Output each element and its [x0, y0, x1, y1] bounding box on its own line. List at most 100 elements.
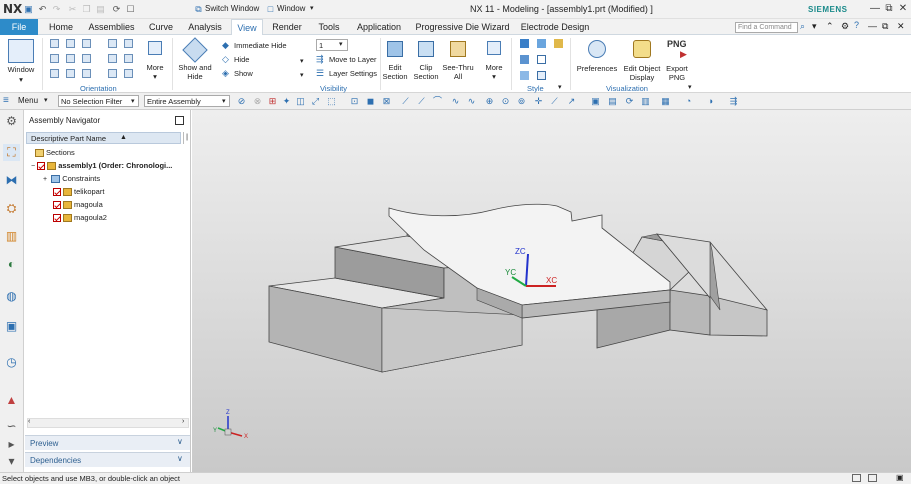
- paste-icon[interactable]: ▤: [94, 3, 107, 15]
- background-icon[interactable]: ◑: [705, 96, 716, 107]
- section-view-icon[interactable]: ⇶: [728, 96, 739, 107]
- show-hide-icon[interactable]: [182, 37, 208, 63]
- move-to-layer-icon[interactable]: ⇶: [316, 54, 324, 65]
- select-face-icon[interactable]: ◫: [295, 96, 306, 107]
- existing-point-icon[interactable]: ⟋: [549, 96, 560, 107]
- resource-bar-more-icon[interactable]: ▾: [3, 453, 20, 470]
- touch-mode-icon[interactable]: ☐: [124, 3, 137, 15]
- search-icon[interactable]: ⌕: [800, 21, 805, 32]
- tab-electrode-design[interactable]: Electrode Design: [518, 19, 592, 35]
- show-icon[interactable]: ◈: [222, 68, 229, 79]
- collapse-ribbon-icon[interactable]: ⌃: [826, 21, 834, 32]
- view-replace-icon[interactable]: [124, 39, 133, 48]
- close-icon[interactable]: ✕: [896, 2, 910, 16]
- clock-icon[interactable]: ◷: [3, 354, 20, 371]
- menu-chevron-icon[interactable]: ▾: [44, 96, 48, 104]
- roles-icon[interactable]: ▸: [3, 436, 20, 453]
- maximize-panel-icon[interactable]: [175, 116, 184, 125]
- filter-chevron-icon[interactable]: ▾: [131, 97, 135, 105]
- view-isometric-icon[interactable]: [66, 39, 75, 48]
- edit-section-icon[interactable]: [387, 41, 403, 57]
- scroll-right-icon[interactable]: ›: [182, 418, 184, 425]
- spline-snap-icon[interactable]: ∿: [466, 96, 477, 107]
- curve-snap-icon[interactable]: ⌒: [432, 96, 443, 107]
- doc-minimize-icon[interactable]: —: [868, 21, 877, 31]
- more-visibility-button[interactable]: More: [482, 63, 506, 72]
- cut-icon[interactable]: ✂: [66, 3, 79, 15]
- visualization-expander-icon[interactable]: ▾: [688, 83, 692, 91]
- more-orientation-button[interactable]: More: [143, 63, 167, 72]
- reuse-library-icon[interactable]: ▥: [3, 228, 20, 245]
- save-view-icon[interactable]: ▣: [590, 96, 601, 107]
- status-view-icon[interactable]: [852, 474, 861, 482]
- preferences-icon[interactable]: [588, 40, 606, 58]
- status-layout-icon[interactable]: ▣: [896, 473, 904, 482]
- style-shaded-edges-icon[interactable]: [520, 39, 529, 48]
- tab-progressive-die-wizard[interactable]: Progressive Die Wizard: [411, 19, 514, 35]
- render-style-icon[interactable]: ◔: [683, 96, 694, 107]
- tab-application[interactable]: Application: [351, 19, 407, 35]
- immediate-hide-icon[interactable]: ◆: [222, 40, 229, 51]
- more-visibility-icon[interactable]: [487, 41, 501, 55]
- quadrant-snap-icon[interactable]: ⊚: [516, 96, 527, 107]
- see-thru-icon[interactable]: [450, 41, 466, 57]
- help-icon[interactable]: ?: [854, 20, 859, 30]
- snap-grid-icon[interactable]: ⊠: [381, 96, 392, 107]
- tab-analysis[interactable]: Analysis: [183, 19, 227, 35]
- column-header[interactable]: Descriptive Part Name: [26, 132, 181, 144]
- visibility-checkbox[interactable]: [37, 162, 46, 171]
- column-resize-icon[interactable]: |: [183, 132, 190, 144]
- view-rotate-icon[interactable]: [108, 69, 117, 78]
- intersection-snap-icon[interactable]: ✛: [533, 96, 544, 107]
- selection-filter-dropdown[interactable]: No Selection Filter: [58, 95, 139, 107]
- deselect-icon[interactable]: ⊗: [252, 96, 263, 107]
- tab-home[interactable]: Home: [42, 19, 80, 35]
- minimize-icon[interactable]: —: [868, 2, 882, 16]
- visibility-checkbox[interactable]: [53, 214, 61, 223]
- preview-chevron-icon[interactable]: ∨: [177, 437, 183, 446]
- layer-settings-icon[interactable]: ☰: [316, 68, 324, 79]
- doc-restore-icon[interactable]: ⧉: [882, 21, 888, 32]
- hd3d-tools-icon[interactable]: ◐: [3, 256, 20, 273]
- select-feature-icon[interactable]: ⊞: [267, 96, 278, 107]
- switch-window-button[interactable]: Switch Window: [205, 4, 259, 13]
- tab-curve[interactable]: Curve: [143, 19, 179, 35]
- tree-row-constraints[interactable]: + Constraints: [43, 172, 100, 185]
- clip-section-button[interactable]: Clip Section: [411, 63, 441, 81]
- tree-row-sections[interactable]: Sections: [33, 146, 75, 159]
- hide-button[interactable]: Hide: [234, 55, 249, 64]
- history-icon[interactable]: ▣: [3, 318, 20, 335]
- edit-object-display-icon[interactable]: [633, 40, 651, 58]
- rectangle-select-icon[interactable]: ⬚: [326, 96, 337, 107]
- view-front-icon[interactable]: [50, 54, 59, 63]
- tab-render[interactable]: Render: [267, 19, 307, 35]
- scope-chevron-icon[interactable]: ▾: [222, 97, 226, 105]
- menu-button[interactable]: Menu: [18, 96, 38, 105]
- expand-icon[interactable]: +: [43, 176, 47, 183]
- midpoint-snap-icon[interactable]: ⟋: [416, 96, 427, 107]
- collapse-icon[interactable]: −: [31, 163, 35, 170]
- selection-scope-dropdown[interactable]: Entire Assembly: [144, 95, 230, 107]
- window-menu-chevron-icon[interactable]: ▾: [310, 4, 314, 12]
- hide-icon[interactable]: ◇: [222, 54, 229, 65]
- process-studio-icon[interactable]: ∽: [3, 418, 20, 435]
- part-navigator-icon[interactable]: ⛭: [3, 200, 20, 217]
- preferences-button[interactable]: Preferences: [575, 64, 619, 73]
- tab-view[interactable]: View: [231, 19, 263, 35]
- settings-gear-icon[interactable]: ⚙: [3, 113, 20, 130]
- tree-row-magoula2[interactable]: magoula2: [53, 211, 107, 224]
- export-png-button[interactable]: Export PNG: [662, 64, 692, 82]
- find-command-input[interactable]: Find a Command: [735, 22, 798, 33]
- customize-icon[interactable]: ▾: [812, 21, 817, 32]
- select-edge-icon[interactable]: ⤢: [310, 96, 321, 107]
- rotate-view-icon[interactable]: ⟳: [624, 96, 635, 107]
- view-top-icon[interactable]: [82, 39, 91, 48]
- show-and-hide-button[interactable]: Show and Hide: [177, 63, 213, 81]
- tree-row-magoula[interactable]: magoula: [53, 198, 103, 211]
- save-icon[interactable]: ▣: [22, 3, 35, 15]
- style-partially-shaded-icon[interactable]: [520, 55, 529, 64]
- display-mode-icon[interactable]: ▦: [660, 96, 671, 107]
- telikopart-model[interactable]: [268, 203, 768, 373]
- settings-icon[interactable]: ⚙: [841, 21, 849, 32]
- redo-icon[interactable]: ↷: [50, 3, 63, 15]
